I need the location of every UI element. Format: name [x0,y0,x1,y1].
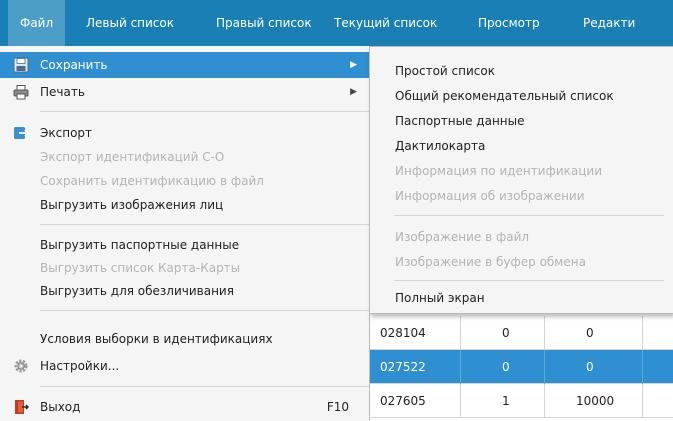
printer-icon [13,85,29,100]
cell-id: 028104 [380,326,426,340]
cell-id: 027605 [380,394,426,408]
menu-item-unload-faces[interactable]: Выгрузить изображения лиц [0,192,369,218]
submenu-item-image-to-clipboard[interactable]: Изображение в буфер обмена [395,250,586,274]
save-submenu: Простой список Общий рекомендательный сп… [369,46,673,314]
menu-view[interactable]: Просмотр [478,0,540,46]
submenu-item-passport-data[interactable]: Паспортные данные [395,109,525,133]
submenu-arrow-icon: ▶ [350,60,357,70]
menu-item-selection-conditions[interactable]: Условия выборки в идентификациях [0,326,369,352]
table-row-selected[interactable]: 027522 0 0 [370,350,673,384]
gear-icon [14,359,28,373]
results-table: 028104 0 0 027522 0 0 027605 1 10000 [370,316,673,421]
cell-value: 10000 [576,394,615,408]
menu-item-exit[interactable]: Выход F10 [0,394,369,420]
floppy-disk-icon [13,57,29,73]
menu-edit[interactable]: Редакти [583,0,635,46]
submenu-item-image-info[interactable]: Информация об изображении [395,184,585,208]
menu-item-unload-anon[interactable]: Выгрузить для обезличивания [0,278,369,304]
shortcut-label: F10 [326,400,349,414]
menu-item-save-id-file[interactable]: Сохранить идентификацию в файл [0,168,369,194]
menu-item-save[interactable]: Сохранить ▶ [0,52,369,78]
submenu-arrow-icon: ▶ [350,87,357,97]
menu-item-export[interactable]: Экспорт [0,120,369,146]
submenu-item-common-rec-list[interactable]: Общий рекомендательный список [395,84,614,108]
menu-right-list[interactable]: Правый список [216,0,312,46]
menu-file[interactable]: Файл [8,0,66,46]
submenu-item-fingerprint-card[interactable]: Дактилокарта [395,134,485,158]
cell-value: 0 [586,326,594,340]
menu-current-list[interactable]: Текущий список [334,0,437,46]
cell-value: 0 [502,360,510,374]
menu-separator [40,224,369,225]
export-icon [14,127,29,139]
menu-separator [40,111,369,112]
table-row[interactable]: 028104 0 0 [370,316,673,350]
cell-value: 1 [502,394,510,408]
menu-item-settings[interactable]: Настройки... [0,353,369,379]
cell-value: 0 [586,360,594,374]
table-row[interactable]: 027605 1 10000 [370,384,673,418]
submenu-item-id-info[interactable]: Информация по идентификации [395,159,602,183]
cell-id: 027522 [380,360,426,374]
menu-separator [394,215,664,216]
menu-item-print[interactable]: Печать ▶ [0,79,369,105]
menu-separator [40,386,369,387]
cell-value: 0 [502,326,510,340]
menu-separator [394,280,664,281]
menu-separator [40,310,369,311]
submenu-item-image-to-file[interactable]: Изображение в файл [395,225,529,249]
menu-bar: Файл Левый список Правый список Текущий … [0,0,673,46]
file-menu: Сохранить ▶ Печать ▶ Экспорт Экспорт иде… [0,46,370,421]
exit-door-icon [15,400,29,414]
submenu-item-simple-list[interactable]: Простой список [395,59,495,83]
menu-item-export-ids[interactable]: Экспорт идентификаций С-О [0,144,369,170]
menu-left-list[interactable]: Левый список [86,0,174,46]
submenu-item-full-screen[interactable]: Полный экран [395,286,485,310]
